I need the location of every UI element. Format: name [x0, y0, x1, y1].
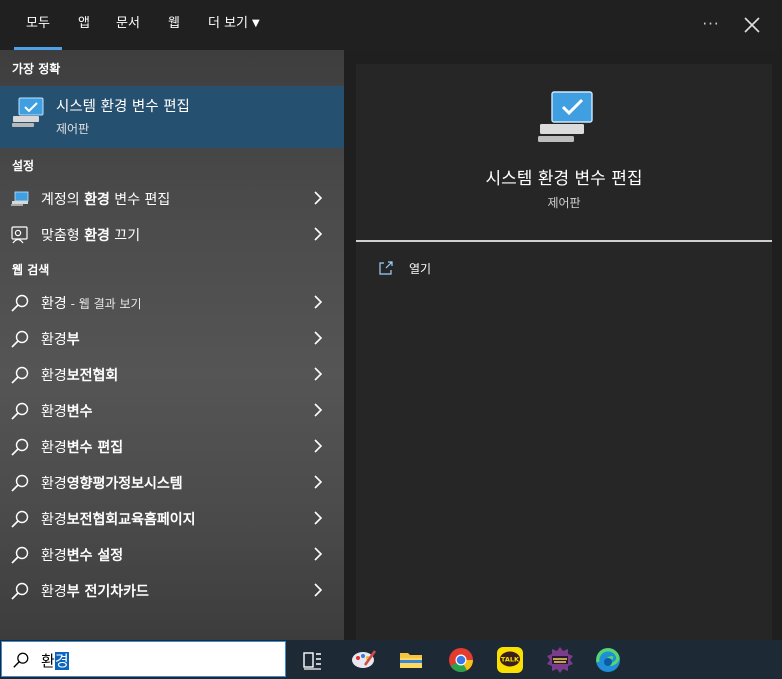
web-result-label: 환경부 전기차카드	[41, 584, 149, 600]
chevron-down-icon: ▼	[252, 18, 260, 29]
chevron-right-icon	[314, 367, 323, 381]
web-result-item[interactable]: 환경 - 웹 결과 보기	[0, 284, 344, 320]
monitor-check-icon	[12, 97, 44, 127]
web-result-label: 환경보전협회	[41, 368, 119, 384]
preview-subtitle: 제어판	[547, 196, 581, 210]
tab-apps[interactable]: 앱	[78, 0, 90, 50]
web-result-label: 환경영향평가정보시스템	[41, 476, 183, 492]
chevron-right-icon	[314, 475, 323, 489]
settings-item-label: 맞춤형 환경 끄기	[41, 228, 141, 244]
search-icon	[11, 366, 29, 384]
best-match-heading: 가장 정확	[12, 62, 61, 76]
chevron-right-icon	[314, 331, 323, 345]
settings-item-tailored-experience[interactable]: 맞춤형 환경 끄기	[0, 216, 344, 252]
web-result-item[interactable]: 환경보전협회	[0, 356, 344, 392]
tab-more[interactable]: 더 보기 ▼	[208, 0, 260, 50]
laptop-icon	[11, 191, 29, 206]
chevron-right-icon	[314, 511, 323, 525]
search-icon	[11, 330, 29, 348]
tab-more-label: 더 보기	[208, 16, 249, 31]
tab-web-label: 웹	[168, 16, 180, 31]
web-result-label: 환경변수	[41, 404, 93, 420]
chevron-right-icon	[314, 439, 323, 453]
search-icon	[11, 402, 29, 420]
web-result-item[interactable]: 환경변수 편집	[0, 428, 344, 464]
search-icon	[11, 510, 29, 528]
task-view-icon[interactable]	[297, 645, 327, 675]
web-result-label: 환경 - 웹 결과 보기	[41, 296, 142, 312]
best-match-result[interactable]: 시스템 환경 변수 편집 제어판	[0, 86, 344, 148]
web-result-item[interactable]: 환경부	[0, 320, 344, 356]
edge-icon[interactable]	[593, 645, 623, 675]
monitor-check-icon	[538, 91, 593, 142]
more-options-button[interactable]: ···	[697, 14, 725, 36]
open-action-label: 열기	[409, 262, 432, 276]
paint-icon[interactable]	[349, 645, 379, 675]
best-match-subtitle: 제어판	[56, 122, 90, 136]
chevron-right-icon	[314, 403, 323, 417]
search-icon	[11, 438, 29, 456]
web-search-heading: 웹 검색	[12, 263, 50, 277]
tab-documents[interactable]: 문서	[116, 0, 140, 50]
best-match-title: 시스템 환경 변수 편집	[56, 99, 190, 115]
search-input-value: 환경	[41, 652, 69, 670]
tab-all[interactable]: 모두	[14, 0, 62, 50]
tab-apps-label: 앱	[78, 16, 90, 31]
search-icon	[11, 474, 29, 492]
search-header-bar: 모두 앱 문서 웹 더 보기 ▼ ···	[0, 0, 782, 50]
web-result-item[interactable]: 환경변수	[0, 392, 344, 428]
search-icon	[11, 294, 29, 312]
person-feedback-icon	[11, 226, 28, 244]
chevron-right-icon	[314, 227, 323, 241]
close-icon	[744, 17, 760, 33]
settings-item-edit-account-env[interactable]: 계정의 환경 변수 편집	[0, 180, 344, 216]
game-app-icon[interactable]	[545, 645, 575, 675]
tab-documents-label: 문서	[116, 16, 140, 31]
kakaotalk-badge: TALK	[497, 647, 523, 673]
web-result-item[interactable]: 환경변수 설정	[0, 536, 344, 572]
settings-item-label: 계정의 환경 변수 편집	[41, 192, 171, 208]
search-input[interactable]: 환경	[1, 641, 286, 677]
results-panel: 가장 정확 시스템 환경 변수 편집 제어판 설정 계정의 환경 변수 편집 맞…	[0, 50, 344, 640]
more-options-icon: ···	[702, 15, 720, 33]
preview-panel: 시스템 환경 변수 편집 제어판 열기	[356, 64, 772, 640]
chevron-right-icon	[314, 191, 323, 205]
web-result-item[interactable]: 환경영향평가정보시스템	[0, 464, 344, 500]
settings-heading: 설정	[12, 159, 35, 173]
open-external-icon	[379, 261, 393, 275]
taskbar: 환경 TALK	[0, 640, 782, 679]
web-result-item[interactable]: 환경보전협회교육홈페이지	[0, 500, 344, 536]
web-result-label: 환경변수 설정	[41, 548, 124, 564]
tab-web[interactable]: 웹	[168, 0, 180, 50]
web-result-label: 환경부	[41, 332, 80, 348]
kakaotalk-label: TALK	[501, 656, 520, 664]
close-button[interactable]	[739, 12, 765, 38]
web-result-item[interactable]: 환경부 전기차카드	[0, 572, 344, 608]
web-result-label: 환경보전협회교육홈페이지	[41, 512, 196, 528]
file-explorer-icon[interactable]	[396, 645, 426, 675]
tab-all-label: 모두	[26, 16, 50, 31]
chevron-right-icon	[314, 295, 323, 309]
search-icon	[13, 652, 29, 668]
chevron-right-icon	[314, 583, 323, 597]
chevron-right-icon	[314, 547, 323, 561]
chrome-icon[interactable]	[446, 645, 476, 675]
kakaotalk-icon[interactable]: TALK	[495, 645, 525, 675]
search-icon	[11, 582, 29, 600]
search-icon	[11, 546, 29, 564]
web-result-label: 환경변수 편집	[41, 440, 124, 456]
divider	[356, 240, 772, 242]
preview-title: 시스템 환경 변수 편집	[485, 169, 643, 189]
